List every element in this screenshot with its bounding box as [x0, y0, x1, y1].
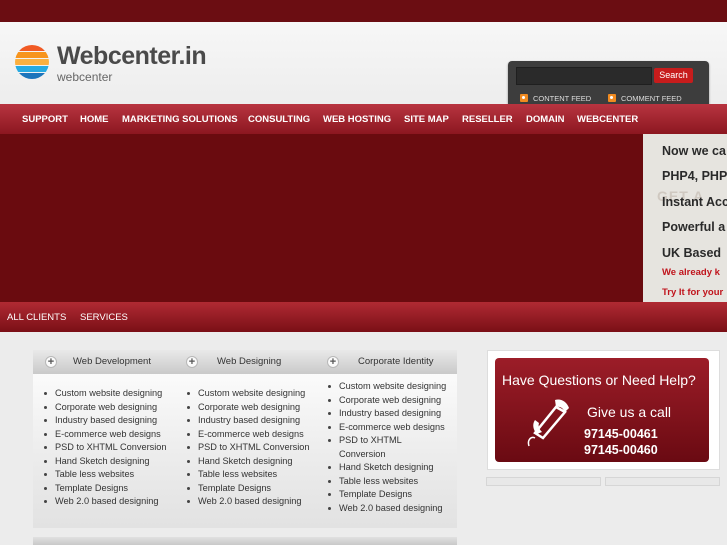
web-designing-list: Custom website designing Corporate web d… [187, 388, 309, 510]
column-header-corporate-identity[interactable]: + Corporate Identity [315, 350, 457, 374]
next-panel-header [33, 537, 457, 545]
list-item[interactable]: Corporate web designing [44, 402, 166, 416]
list-item[interactable]: Template Designs [187, 483, 309, 497]
phone-number[interactable]: 97145-00461 [584, 427, 658, 441]
column-header-web-development[interactable]: + Web Development [33, 350, 174, 374]
list-item[interactable]: Hand Sketch designing [328, 462, 446, 476]
promo-red-line: We already k [662, 267, 720, 278]
help-title: Have Questions or Need Help? [502, 372, 696, 388]
list-item[interactable]: PSD to XHTML Conversion [44, 442, 166, 456]
phone-number[interactable]: 97145-00460 [584, 443, 658, 457]
list-item[interactable]: Web 2.0 based designing [44, 496, 166, 510]
help-banner[interactable]: Have Questions or Need Help? Give us a c… [495, 358, 709, 462]
sidebar-tab[interactable] [605, 477, 720, 486]
promo-line: Instant Acc [662, 195, 727, 209]
column-title: Corporate Identity [358, 356, 434, 367]
search-input[interactable] [516, 67, 652, 85]
site-subtitle: webcenter [57, 70, 113, 84]
list-item[interactable]: E-commerce web designs [328, 422, 446, 436]
list-item[interactable]: Corporate web designing [187, 402, 309, 416]
list-item[interactable]: Table less websites [44, 469, 166, 483]
column-title: Web Designing [217, 356, 282, 367]
list-item[interactable]: PSD to XHTML Conversion [187, 442, 309, 456]
promo-line: Powerful a [662, 220, 726, 234]
list-item[interactable]: Hand Sketch designing [187, 456, 309, 470]
list-item[interactable]: Corporate web designing [328, 395, 446, 409]
list-item[interactable]: Custom website designing [187, 388, 309, 402]
column-header-web-designing[interactable]: + Web Designing [174, 350, 315, 374]
promo-line: UK Based [662, 246, 722, 260]
site-title[interactable]: Webcenter.in [57, 42, 207, 71]
rss-icon [520, 94, 528, 102]
promo-red-line: Try It for your [662, 287, 724, 298]
content-feed-link[interactable]: CONTENT FEED [520, 94, 591, 103]
plus-icon[interactable]: + [45, 356, 57, 368]
list-item[interactable]: Table less websites [187, 469, 309, 483]
plus-icon[interactable]: + [327, 356, 339, 368]
list-item-continued[interactable]: Conversion [328, 449, 446, 463]
list-item[interactable]: E-commerce web designs [44, 429, 166, 443]
sidebar-tab[interactable] [486, 477, 601, 486]
header: Webcenter.in webcenter Search CONTENT FE… [0, 22, 727, 111]
comment-feed-link[interactable]: COMMENT FEED [608, 94, 682, 103]
help-box[interactable]: Have Questions or Need Help? Give us a c… [487, 350, 720, 470]
logo-icon[interactable] [14, 44, 50, 80]
top-bar [0, 0, 727, 22]
nav-web-hosting[interactable]: WEB HOSTING [323, 114, 391, 125]
promo-line: PHP4, PHP [662, 169, 727, 183]
list-item[interactable]: Custom website designing [44, 388, 166, 402]
nav-reseller[interactable]: RESELLER [462, 114, 513, 125]
subnav-services[interactable]: SERVICES [80, 312, 128, 323]
subnav-all-clients[interactable]: ALL CLIENTS [7, 312, 66, 323]
list-item[interactable]: PSD to XHTML [328, 435, 446, 449]
help-call-text: Give us a call [587, 404, 672, 420]
list-item[interactable]: Industry based designing [328, 408, 446, 422]
nav-home[interactable]: HOME [80, 114, 109, 125]
promo-panel[interactable]: GET A Now we ca PHP4, PHP Instant Acc Po… [643, 134, 727, 302]
banner: GET A Now we ca PHP4, PHP Instant Acc Po… [0, 134, 727, 302]
sub-nav: ALL CLIENTS SERVICES [0, 302, 727, 332]
plus-icon[interactable]: + [186, 356, 198, 368]
list-item[interactable]: Table less websites [328, 476, 446, 490]
list-item[interactable]: Custom website designing [328, 381, 446, 395]
list-item[interactable]: Industry based designing [44, 415, 166, 429]
nav-support[interactable]: SUPPORT [22, 114, 68, 125]
list-item[interactable]: Web 2.0 based designing [187, 496, 309, 510]
promo-line: Now we ca [662, 144, 726, 158]
rss-icon [608, 94, 616, 102]
list-item[interactable]: Industry based designing [187, 415, 309, 429]
nav-domain[interactable]: DOMAIN [526, 114, 565, 125]
nav-site-map[interactable]: SITE MAP [404, 114, 449, 125]
nav-marketing-solutions[interactable]: MARKETING SOLUTIONS [122, 114, 238, 125]
list-item[interactable]: Template Designs [328, 489, 446, 503]
web-development-list: Custom website designing Corporate web d… [44, 388, 166, 510]
list-item[interactable]: Template Designs [44, 483, 166, 497]
search-button[interactable]: Search [654, 68, 693, 83]
services-panel: + Web Development + Web Designing + Corp… [33, 350, 457, 528]
list-item[interactable]: Web 2.0 based designing [328, 503, 446, 517]
phone-icon [527, 399, 569, 447]
list-item[interactable]: Hand Sketch designing [44, 456, 166, 470]
nav-webcenter[interactable]: WEBCENTER [577, 114, 638, 125]
list-item[interactable]: E-commerce web designs [187, 429, 309, 443]
main-nav: SUPPORT HOME MARKETING SOLUTIONS CONSULT… [0, 104, 727, 134]
corporate-identity-list: Custom website designing Corporate web d… [328, 381, 446, 516]
nav-consulting[interactable]: CONSULTING [248, 114, 310, 125]
column-title: Web Development [73, 356, 151, 367]
